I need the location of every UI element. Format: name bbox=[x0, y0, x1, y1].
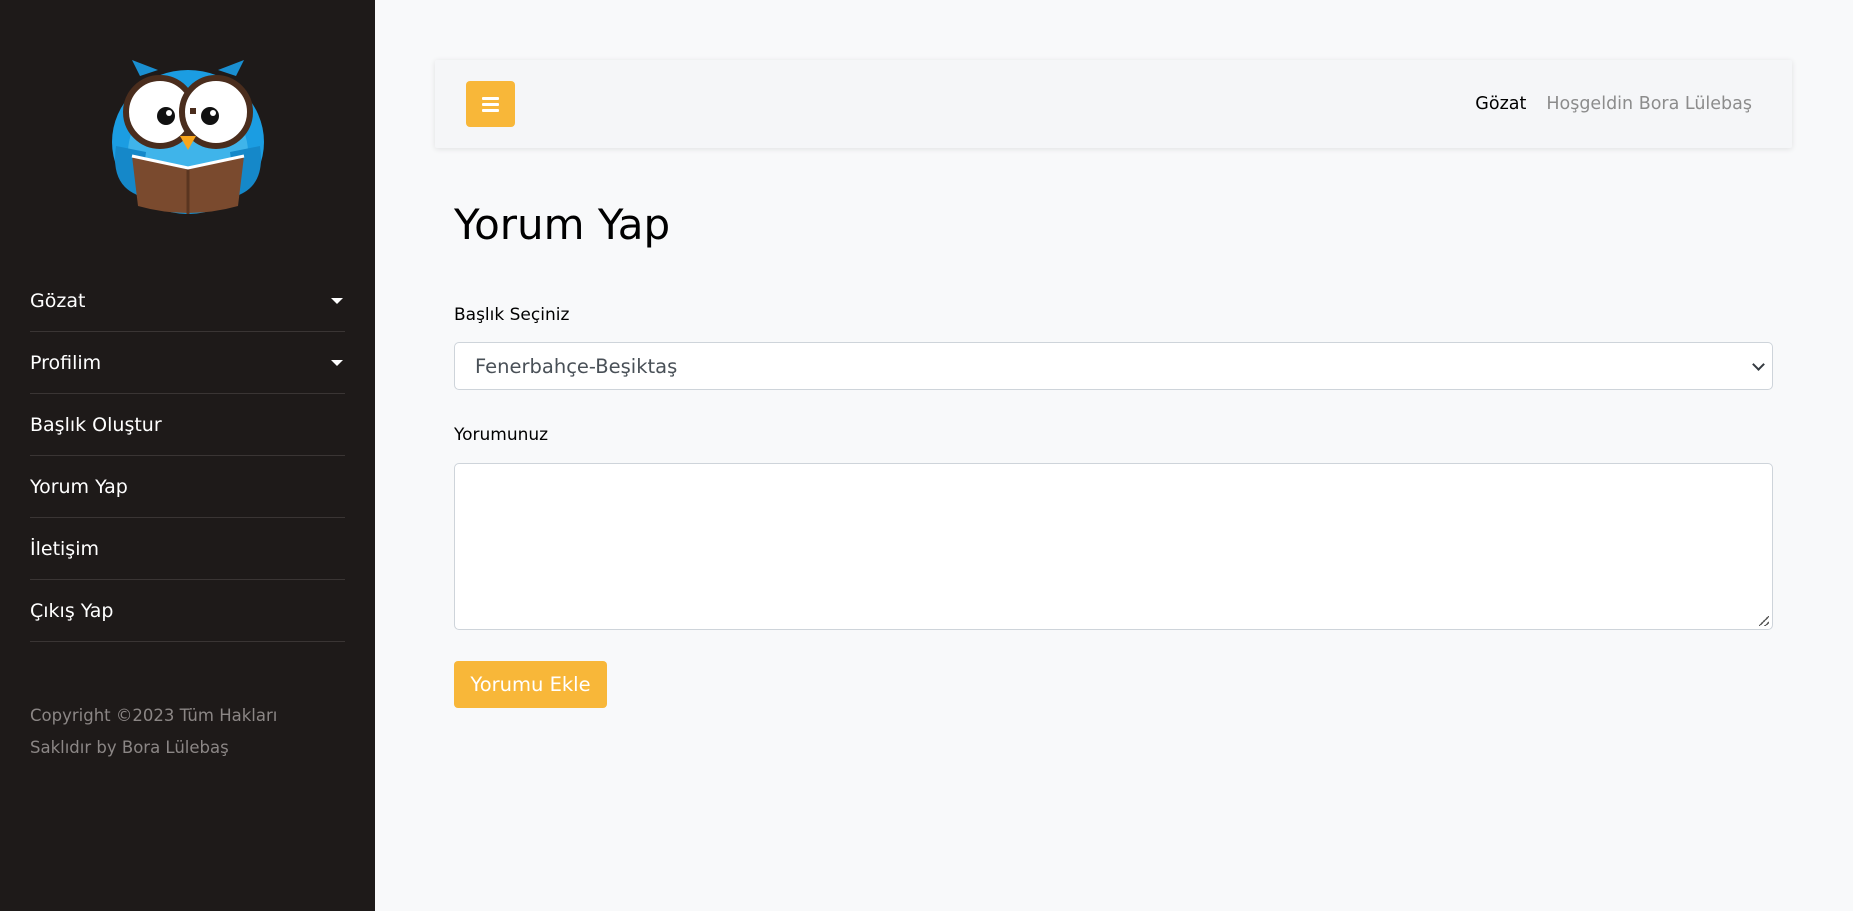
sidebar-item-label: İletişim bbox=[30, 537, 99, 560]
caret-down-icon bbox=[331, 359, 343, 366]
copyright-line-2: Saklıdır by Bora Lülebaş bbox=[30, 738, 229, 757]
sidebar-item-label: Çıkış Yap bbox=[30, 599, 114, 622]
sidebar-item-label: Gözat bbox=[30, 289, 86, 312]
sidebar-item-logout[interactable]: Çıkış Yap bbox=[30, 580, 345, 642]
nav-link-welcome-user[interactable]: Hoşgeldin Bora Lülebaş bbox=[1546, 94, 1752, 114]
sidebar-item-browse[interactable]: Gözat bbox=[30, 270, 345, 332]
resize-handle-icon[interactable] bbox=[1759, 616, 1769, 626]
sidebar-nav: Gözat Profilim Başlık Oluştur Yorum Yap … bbox=[30, 270, 345, 642]
sidebar-item-label: Başlık Oluştur bbox=[30, 413, 162, 436]
nav-link-browse[interactable]: Gözat bbox=[1475, 94, 1526, 114]
top-navbar: Gözat Hoşgeldin Bora Lülebaş bbox=[435, 60, 1792, 148]
top-nav-links: Gözat Hoşgeldin Bora Lülebaş bbox=[1475, 60, 1752, 148]
sidebar-item-label: Yorum Yap bbox=[30, 475, 128, 498]
chevron-down-icon bbox=[1752, 358, 1765, 371]
sidebar-item-profile[interactable]: Profilim bbox=[30, 332, 345, 394]
caret-down-icon bbox=[331, 297, 343, 304]
add-comment-button[interactable]: Yorumu Ekle bbox=[454, 661, 607, 708]
hamburger-icon bbox=[482, 96, 499, 112]
topic-select-value: Fenerbahçe-Beşiktaş bbox=[475, 354, 678, 378]
main-content: Gözat Hoşgeldin Bora Lülebaş Yorum Yap B… bbox=[375, 0, 1853, 911]
comment-textarea[interactable] bbox=[454, 463, 1773, 630]
copyright-line-1: Copyright ©2023 Tüm Hakları bbox=[30, 706, 278, 725]
sidebar: Gözat Profilim Başlık Oluştur Yorum Yap … bbox=[0, 0, 375, 911]
sidebar-toggle-button[interactable] bbox=[466, 81, 515, 127]
topic-select[interactable]: Fenerbahçe-Beşiktaş bbox=[454, 342, 1773, 390]
sidebar-item-label: Profilim bbox=[30, 351, 102, 374]
copyright-text: Copyright ©2023 Tüm Hakları Saklıdır by … bbox=[30, 700, 320, 764]
owl-logo-icon[interactable] bbox=[110, 56, 266, 214]
sidebar-item-create-topic[interactable]: Başlık Oluştur bbox=[30, 394, 345, 456]
sidebar-item-comment[interactable]: Yorum Yap bbox=[30, 456, 345, 518]
comment-label: Yorumunuz bbox=[454, 425, 549, 445]
sidebar-item-contact[interactable]: İletişim bbox=[30, 518, 345, 580]
topic-select-label: Başlık Seçiniz bbox=[454, 305, 570, 325]
page-title: Yorum Yap bbox=[454, 200, 671, 249]
